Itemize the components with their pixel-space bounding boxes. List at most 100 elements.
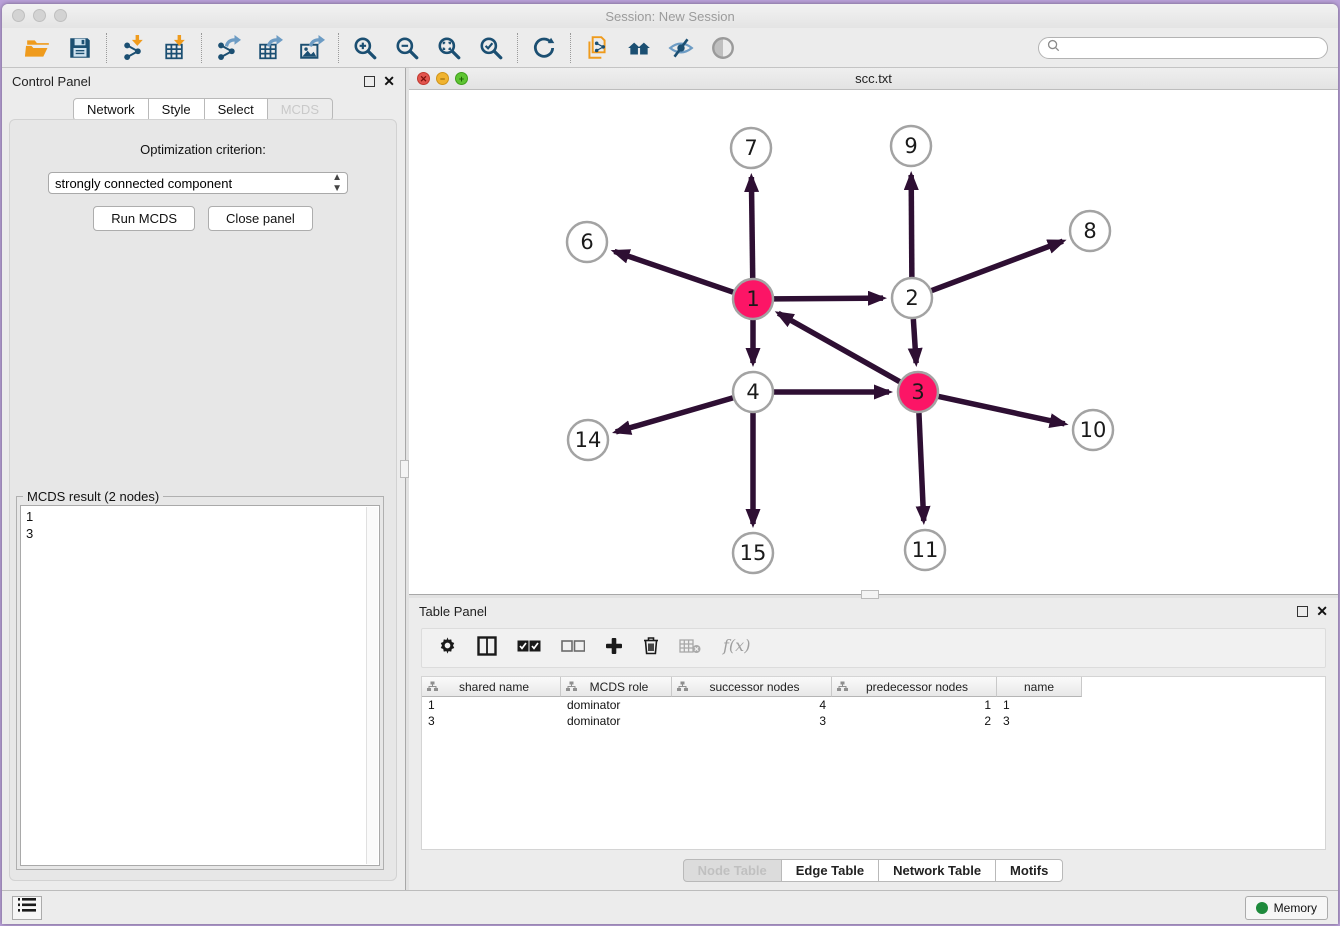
cell-name[interactable]: 1: [997, 697, 1082, 713]
column-chooser-button[interactable]: [477, 635, 497, 661]
column-header-successor-nodes[interactable]: successor nodes: [672, 677, 832, 697]
result-scrollbar[interactable]: [366, 507, 378, 864]
import-network-button[interactable]: [117, 33, 149, 63]
memory-button[interactable]: Memory: [1245, 896, 1328, 920]
close-window-button[interactable]: [12, 9, 25, 22]
result-node: 3: [26, 525, 374, 542]
graph-node-15[interactable]: 15: [733, 533, 773, 573]
graph-edge-2-9[interactable]: [911, 175, 912, 277]
cell-shared-name[interactable]: 3: [422, 713, 561, 729]
zoom-in-button[interactable]: [349, 33, 381, 63]
node-label: 2: [905, 286, 918, 310]
graph-edge-3-1[interactable]: [778, 313, 899, 381]
delete-row-button[interactable]: [643, 635, 659, 661]
graph-node-10[interactable]: 10: [1073, 410, 1113, 450]
graph-node-2[interactable]: 2: [892, 278, 932, 318]
graph-node-3[interactable]: 3: [898, 372, 938, 412]
cell-successor-nodes[interactable]: 4: [672, 697, 832, 713]
tab-node-table[interactable]: Node Table: [683, 859, 782, 882]
mcds-result-list[interactable]: 13: [20, 505, 380, 866]
panel-list-button[interactable]: [12, 896, 42, 920]
float-panel-icon[interactable]: [1297, 606, 1308, 617]
network-maximize-button[interactable]: +: [455, 72, 468, 85]
minimize-window-button[interactable]: [33, 9, 46, 22]
zoom-out-button[interactable]: [391, 33, 423, 63]
zoom-window-button[interactable]: [54, 9, 67, 22]
hide-selected-icon: [668, 35, 694, 61]
table-settings-button[interactable]: [438, 635, 457, 661]
graph-node-11[interactable]: 11: [905, 530, 945, 570]
close-panel-icon[interactable]: ✕: [383, 76, 395, 87]
cell-successor-nodes[interactable]: 3: [672, 713, 832, 729]
graph-edge-2-3[interactable]: [913, 319, 916, 363]
horizontal-splitter[interactable]: [409, 594, 1338, 598]
tab-edge-table[interactable]: Edge Table: [781, 859, 879, 882]
export-table-button[interactable]: [254, 33, 286, 63]
search-box[interactable]: [1038, 37, 1328, 59]
tab-network[interactable]: Network: [73, 98, 149, 121]
import-table-button[interactable]: [159, 33, 191, 63]
graph-node-8[interactable]: 8: [1070, 211, 1110, 251]
network-close-button[interactable]: ✕: [417, 72, 430, 85]
mcds-panel: Optimization criterion: strongly connect…: [9, 119, 397, 881]
open-session-button[interactable]: [22, 33, 54, 63]
cell-predecessor-nodes[interactable]: 2: [832, 713, 997, 729]
network-minimize-button[interactable]: −: [436, 72, 449, 85]
graph-edge-1-7[interactable]: [751, 177, 752, 278]
app-titlebar: Session: New Session: [2, 4, 1338, 28]
column-header-name[interactable]: name: [997, 677, 1082, 697]
cell-predecessor-nodes[interactable]: 1: [832, 697, 997, 713]
tab-select[interactable]: Select: [204, 98, 268, 121]
cell-shared-name[interactable]: 1: [422, 697, 561, 713]
search-input[interactable]: [1065, 41, 1319, 55]
criterion-select[interactable]: strongly connected component ▲▼: [48, 172, 348, 194]
zoom-fit-button[interactable]: [433, 33, 465, 63]
tab-style[interactable]: Style: [148, 98, 205, 121]
first-neighbors-button[interactable]: [623, 33, 655, 63]
graph-edge-3-10[interactable]: [939, 396, 1065, 423]
table-row[interactable]: 1dominator411: [422, 697, 1325, 713]
export-network-button[interactable]: [212, 33, 244, 63]
export-image-button[interactable]: [296, 33, 328, 63]
clone-network-button[interactable]: [581, 33, 613, 63]
graph-edge-1-2[interactable]: [774, 298, 883, 299]
graph-edge-3-11[interactable]: [919, 413, 924, 521]
cell-MCDS-role[interactable]: dominator: [561, 697, 672, 713]
delete-table-icon: [679, 638, 701, 659]
add-row-icon: [605, 637, 623, 660]
zoom-selected-button[interactable]: [475, 33, 507, 63]
cell-MCDS-role[interactable]: dominator: [561, 713, 672, 729]
close-panel-button[interactable]: Close panel: [208, 206, 313, 231]
select-all-button[interactable]: [517, 635, 541, 661]
clear-selection-button[interactable]: [561, 635, 585, 661]
refresh-layout-button[interactable]: [528, 33, 560, 63]
column-header-shared-name[interactable]: shared name: [422, 677, 561, 697]
graph-edge-4-14[interactable]: [616, 398, 733, 432]
graph-node-7[interactable]: 7: [731, 128, 771, 168]
cell-name[interactable]: 3: [997, 713, 1082, 729]
graph-node-14[interactable]: 14: [568, 420, 608, 460]
column-header-predecessor-nodes[interactable]: predecessor nodes: [832, 677, 997, 697]
tab-mcds[interactable]: MCDS: [267, 98, 333, 121]
column-header-MCDS-role[interactable]: MCDS role: [561, 677, 672, 697]
svg-text:f(x): f(x): [722, 636, 750, 655]
splitter-grip[interactable]: [400, 460, 409, 478]
tab-motifs[interactable]: Motifs: [995, 859, 1063, 882]
float-panel-icon[interactable]: [364, 76, 375, 87]
save-session-button[interactable]: [64, 33, 96, 63]
splitter-grip[interactable]: [861, 590, 879, 599]
graph-node-9[interactable]: 9: [891, 126, 931, 166]
function-builder-icon: f(x): [721, 635, 755, 662]
hide-selected-button[interactable]: [665, 33, 697, 63]
graph-edge-2-8[interactable]: [932, 241, 1063, 290]
table-row[interactable]: 3dominator323: [422, 713, 1325, 729]
graph-node-1[interactable]: 1: [733, 279, 773, 319]
graph-node-6[interactable]: 6: [567, 222, 607, 262]
add-row-button[interactable]: [605, 635, 623, 661]
run-mcds-button[interactable]: Run MCDS: [93, 206, 195, 231]
tab-network-table[interactable]: Network Table: [878, 859, 996, 882]
graph-node-4[interactable]: 4: [733, 372, 773, 412]
network-canvas[interactable]: 7 9 6 8 1 2 4 3 14 10 15 11: [409, 90, 1338, 594]
graph-edge-1-6[interactable]: [614, 251, 733, 292]
close-panel-icon[interactable]: ✕: [1316, 606, 1328, 617]
